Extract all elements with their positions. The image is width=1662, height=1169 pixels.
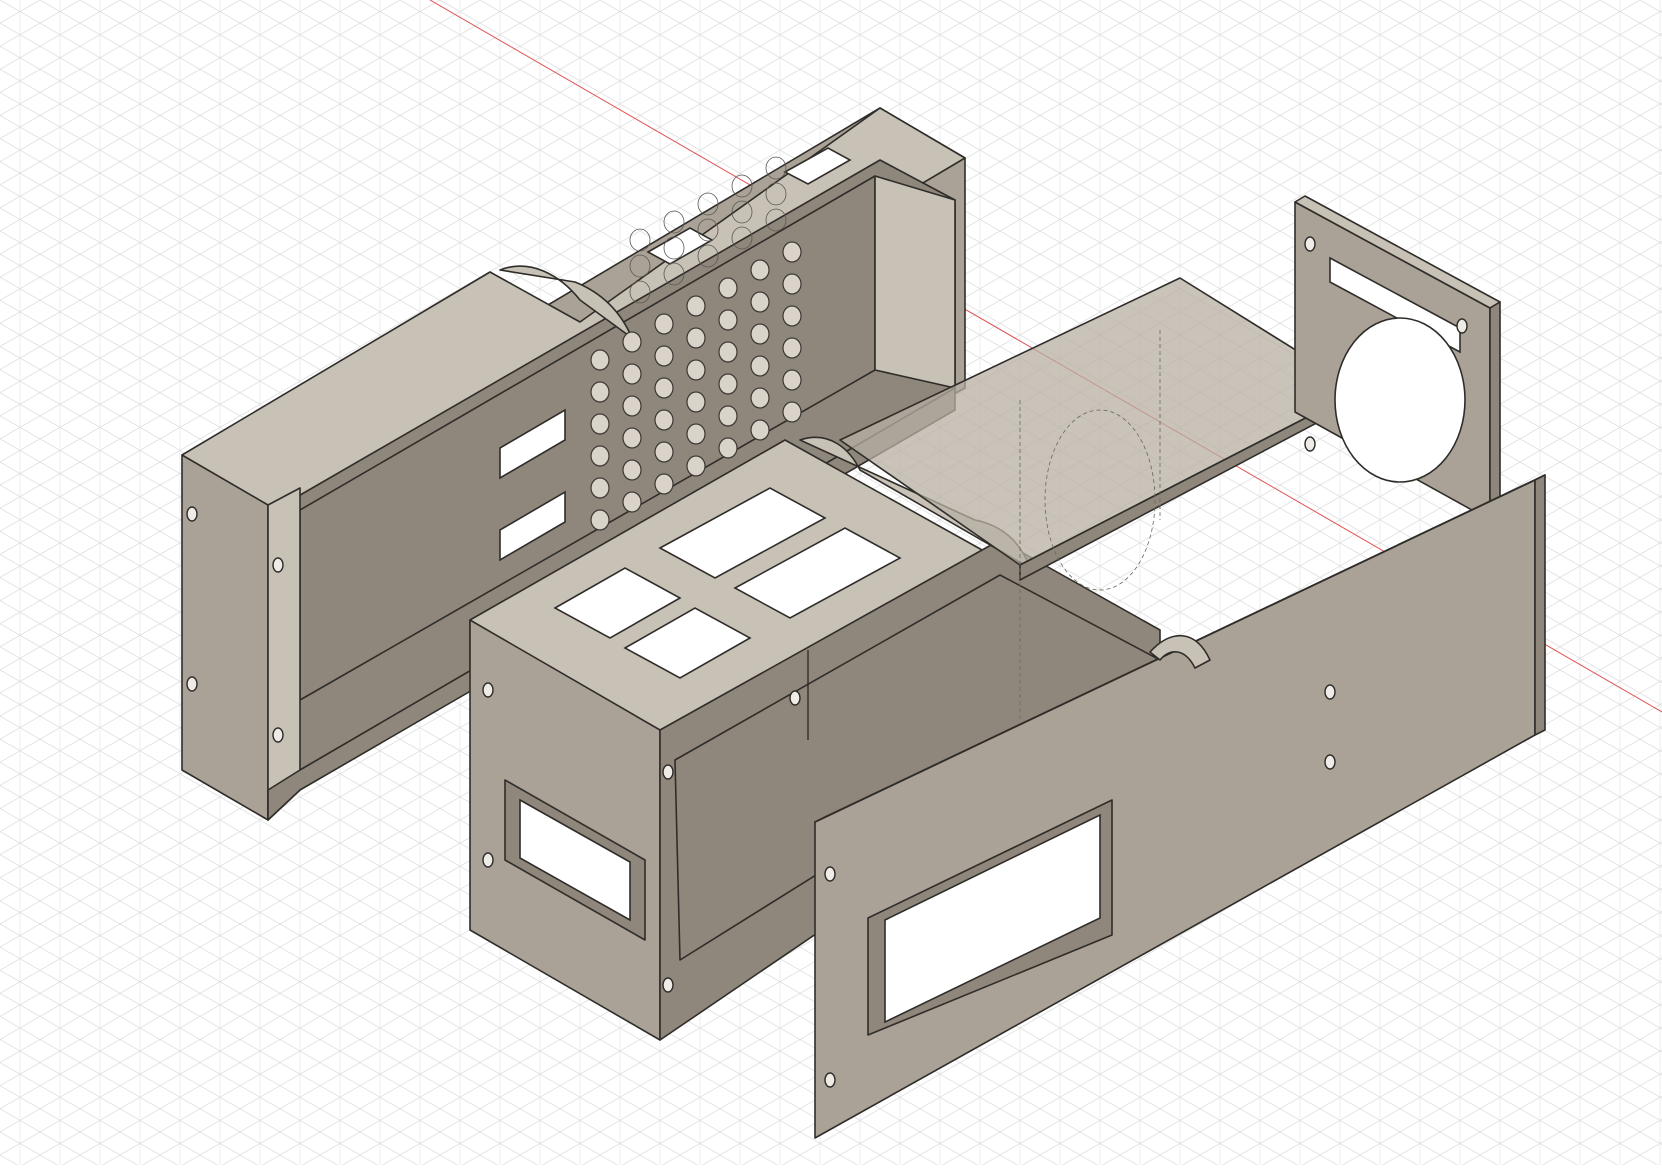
vent-hole <box>686 455 706 477</box>
vent-hole <box>718 309 738 331</box>
vent-hole <box>654 409 674 431</box>
vent-hole <box>686 327 706 349</box>
vent-hole <box>718 405 738 427</box>
vent-hole <box>782 401 802 423</box>
vent-hole <box>718 437 738 459</box>
vent-hole <box>654 313 674 335</box>
vent-hole <box>654 345 674 367</box>
vent-hole <box>686 423 706 445</box>
cad-scene[interactable] <box>0 0 1662 1165</box>
vent-hole <box>590 445 610 467</box>
vent-hole <box>782 337 802 359</box>
cad-viewport[interactable] <box>0 0 1662 1165</box>
vent-hole <box>750 259 770 281</box>
vent-hole <box>782 305 802 327</box>
vent-hole <box>686 359 706 381</box>
vent-hole <box>654 441 674 463</box>
vent-hole <box>750 387 770 409</box>
vent-hole <box>750 419 770 441</box>
vent-hole <box>686 391 706 413</box>
vent-hole <box>718 341 738 363</box>
vent-hole <box>590 509 610 531</box>
vent-hole <box>750 291 770 313</box>
vent-hole <box>654 377 674 399</box>
vent-hole <box>622 395 642 417</box>
vent-hole <box>590 381 610 403</box>
vent-hole <box>782 241 802 263</box>
vent-hole <box>718 373 738 395</box>
vent-hole <box>622 331 642 353</box>
vent-hole <box>622 363 642 385</box>
vent-hole <box>718 277 738 299</box>
vent-hole <box>654 473 674 495</box>
vent-hole <box>590 349 610 371</box>
vent-hole <box>622 459 642 481</box>
vent-hole <box>590 413 610 435</box>
vent-hole <box>686 295 706 317</box>
vent-hole <box>590 477 610 499</box>
vent-hole <box>782 273 802 295</box>
vent-hole <box>622 491 642 513</box>
vent-hole <box>750 323 770 345</box>
vent-hole <box>622 427 642 449</box>
vent-hole <box>782 369 802 391</box>
vent-hole <box>750 355 770 377</box>
